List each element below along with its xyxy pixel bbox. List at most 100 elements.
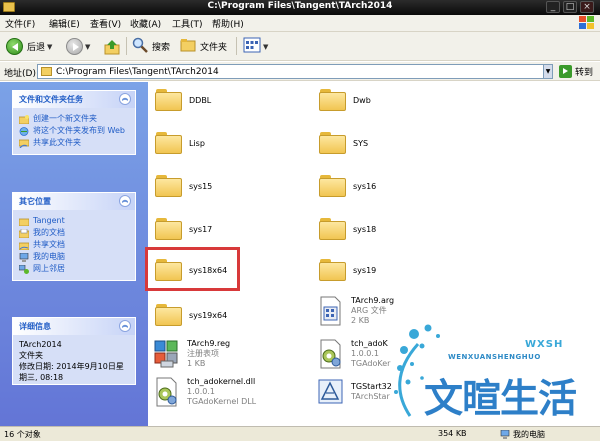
menu-file[interactable]: 文件(F) bbox=[5, 17, 35, 30]
address-dropdown-button[interactable]: ▼ bbox=[543, 64, 553, 79]
place-network[interactable]: 网上邻居 bbox=[19, 264, 129, 274]
place-my-documents-label: 我的文档 bbox=[33, 228, 65, 237]
folder-name: sys17 bbox=[189, 224, 213, 234]
file-name: tch_adokernel.dll bbox=[187, 377, 256, 386]
menu-tools[interactable]: 工具(T) bbox=[172, 17, 203, 30]
status-size: 354 KB bbox=[438, 429, 467, 438]
place-my-documents[interactable]: 我的文档 bbox=[19, 228, 129, 238]
file-item[interactable]: tch_adoK 1.0.0.1 TGAdoKer bbox=[317, 339, 390, 369]
collapse-chevron-icon[interactable]: ︽ bbox=[119, 195, 131, 207]
folder-item[interactable]: DDBL bbox=[155, 88, 211, 112]
publish-web-icon bbox=[19, 127, 29, 136]
windows-logo-icon bbox=[578, 16, 594, 30]
address-label: 地址(D) bbox=[4, 69, 36, 79]
file-type: ARG 文件 bbox=[351, 306, 387, 315]
folder-icon bbox=[155, 131, 182, 155]
executable-icon bbox=[317, 377, 344, 407]
file-description: TArchStar bbox=[351, 392, 390, 401]
status-object-count: 16 个对象 bbox=[4, 430, 41, 439]
folder-item[interactable]: SYS bbox=[319, 131, 368, 155]
status-location-label: 我的电脑 bbox=[513, 430, 545, 439]
folder-icon bbox=[319, 217, 346, 241]
maximize-button[interactable]: □ bbox=[563, 1, 577, 13]
folder-icon bbox=[319, 88, 346, 112]
folders-button[interactable]: 文件夹 bbox=[180, 37, 227, 56]
minimize-button[interactable]: _ bbox=[546, 1, 560, 13]
views-button[interactable]: ▼ bbox=[243, 37, 268, 56]
forward-button[interactable]: ▼ bbox=[66, 37, 90, 56]
folder-item[interactable]: sys18 bbox=[319, 217, 376, 241]
file-type: 注册表项 bbox=[187, 349, 219, 358]
go-button[interactable]: 转到 bbox=[559, 64, 593, 79]
toolbar-separator bbox=[236, 37, 237, 55]
task-pane: 文件和文件夹任务 ︽ 创建一个新文件夹 将这个文件夹发布到 Web 共享此文件夹… bbox=[0, 82, 148, 426]
task-share-folder[interactable]: 共享此文件夹 bbox=[19, 138, 129, 148]
folder-item[interactable]: sys15 bbox=[155, 174, 212, 198]
network-places-icon bbox=[19, 265, 29, 274]
close-button[interactable]: × bbox=[580, 1, 594, 13]
folder-item[interactable]: Dwb bbox=[319, 88, 371, 112]
watermark: WXSH WENXUANSHENGHUO 文暄生活 bbox=[392, 320, 600, 432]
task-new-folder-label: 创建一个新文件夹 bbox=[33, 114, 97, 123]
collapse-chevron-icon[interactable]: ︽ bbox=[119, 320, 131, 332]
folder-item[interactable]: sys17 bbox=[155, 217, 212, 241]
watermark-latin: WENXUANSHENGHUO bbox=[448, 353, 541, 361]
file-size: 2 KB bbox=[351, 316, 370, 325]
file-name: TArch9.reg bbox=[187, 339, 231, 348]
folder-icon bbox=[155, 303, 182, 327]
forward-arrow-icon bbox=[66, 38, 83, 55]
task-publish-web[interactable]: 将这个文件夹发布到 Web bbox=[19, 126, 129, 136]
search-button[interactable]: 搜索 bbox=[132, 37, 170, 56]
go-arrow-icon bbox=[559, 65, 572, 78]
folder-name: sys19 bbox=[353, 265, 377, 275]
up-button[interactable] bbox=[104, 37, 120, 56]
task-new-folder[interactable]: 创建一个新文件夹 bbox=[19, 114, 129, 124]
menu-help[interactable]: 帮助(H) bbox=[212, 17, 244, 30]
chevron-down-icon: ▼ bbox=[85, 42, 91, 51]
details-header[interactable]: 详细信息 ︽ bbox=[13, 318, 135, 335]
folder-name: SYS bbox=[353, 138, 369, 148]
details-title: 详细信息 bbox=[19, 322, 51, 331]
folder-icon bbox=[155, 217, 182, 241]
folder-item[interactable]: sys16 bbox=[319, 174, 376, 198]
folder-item[interactable]: sys19x64 bbox=[155, 303, 227, 327]
place-tangent[interactable]: Tangent bbox=[19, 216, 129, 226]
file-tasks-header[interactable]: 文件和文件夹任务 ︽ bbox=[13, 91, 135, 108]
watermark-text: 文暄生活 bbox=[424, 377, 577, 422]
file-item[interactable]: tch_adokernel.dll 1.0.0.1 TGAdoKernel DL… bbox=[153, 377, 256, 407]
my-computer-icon bbox=[500, 430, 510, 439]
file-name: TArch9.arg bbox=[351, 296, 395, 305]
collapse-chevron-icon[interactable]: ︽ bbox=[119, 93, 131, 105]
other-places-panel: 其它位置 ︽ Tangent 我的文档 共享文档 我的电脑 网上邻居 bbox=[12, 192, 136, 281]
place-shared-documents[interactable]: 共享文档 bbox=[19, 240, 129, 250]
file-item[interactable]: TArch9.arg ARG 文件 2 KB bbox=[317, 296, 394, 326]
menu-favorites[interactable]: 收藏(A) bbox=[130, 17, 161, 30]
folder-name: sys16 bbox=[353, 181, 377, 191]
address-input[interactable]: C:\Program Files\Tangent\TArch2014 bbox=[37, 64, 552, 79]
task-publish-web-label: 将这个文件夹发布到 Web bbox=[33, 126, 125, 135]
window-title: C:\Program Files\Tangent\TArch2014 bbox=[207, 1, 393, 11]
file-description: TGAdoKernel DLL bbox=[187, 397, 257, 406]
back-button[interactable]: 后退 ▼ bbox=[6, 37, 52, 56]
address-bar: 地址(D) C:\Program Files\Tangent\TArch2014… bbox=[0, 62, 600, 81]
folder-item[interactable]: Lisp bbox=[155, 131, 205, 155]
folder-item[interactable]: sys19 bbox=[319, 258, 376, 282]
folder-name: sys19x64 bbox=[189, 310, 228, 320]
status-bar: 16 个对象 354 KB 我的电脑 bbox=[0, 426, 600, 441]
search-icon bbox=[132, 37, 148, 56]
status-location: 我的电脑 bbox=[500, 429, 545, 440]
folder-name: DDBL bbox=[189, 95, 212, 105]
details-type: 文件夹 bbox=[19, 351, 43, 360]
place-tangent-label: Tangent bbox=[33, 216, 65, 225]
folder-up-icon bbox=[104, 39, 120, 55]
other-places-header[interactable]: 其它位置 ︽ bbox=[13, 193, 135, 210]
menu-view[interactable]: 查看(V) bbox=[90, 17, 121, 30]
file-item[interactable]: TArch9.reg 注册表项 1 KB bbox=[153, 339, 230, 369]
folder-name: sys18 bbox=[353, 224, 377, 234]
title-bar: C:\Program Files\Tangent\TArch2014 _ □ × bbox=[0, 0, 600, 15]
place-my-computer[interactable]: 我的电脑 bbox=[19, 252, 129, 262]
place-shared-documents-label: 共享文档 bbox=[33, 240, 65, 249]
menu-edit[interactable]: 编辑(E) bbox=[49, 17, 80, 30]
folder-icon bbox=[319, 174, 346, 198]
file-item[interactable]: TGStart32 TArchStar bbox=[317, 377, 392, 407]
